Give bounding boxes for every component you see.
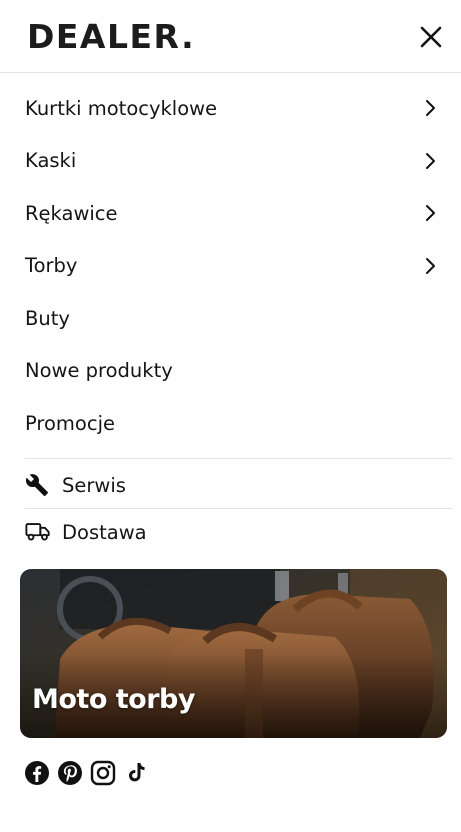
- divider: [25, 508, 452, 509]
- utility-item-label: Serwis: [62, 473, 126, 497]
- menu-item-kaski[interactable]: Kaski: [0, 135, 461, 188]
- menu-item-kurtki[interactable]: Kurtki motocyklowe: [0, 82, 461, 135]
- main-menu: Kurtki motocyklowe Kaski Rękawice Torby …: [0, 82, 461, 450]
- divider: [25, 458, 452, 459]
- instagram-icon[interactable]: [90, 760, 116, 786]
- utility-item-dostawa[interactable]: Dostawa: [25, 517, 147, 547]
- social-links: [24, 760, 156, 786]
- close-button[interactable]: [416, 22, 446, 52]
- pinterest-icon[interactable]: [57, 760, 83, 786]
- menu-item-label: Kurtki motocyklowe: [25, 96, 218, 120]
- chevron-right-icon: [426, 205, 435, 222]
- menu-item-label: Torby: [25, 254, 78, 278]
- menu-item-torby[interactable]: Torby: [0, 240, 461, 293]
- utility-item-serwis[interactable]: Serwis: [25, 470, 126, 500]
- facebook-icon[interactable]: [24, 760, 50, 786]
- menu-item-nowe-produkty[interactable]: Nowe produkty: [0, 345, 461, 398]
- logo[interactable]: DEALER.: [27, 18, 195, 56]
- header: DEALER.: [0, 0, 461, 73]
- menu-item-promocje[interactable]: Promocje: [0, 397, 461, 450]
- truck-icon: [25, 523, 50, 541]
- promo-banner[interactable]: Moto torby: [20, 569, 447, 738]
- chevron-right-icon: [426, 152, 435, 169]
- menu-item-label: Kaski: [25, 149, 77, 173]
- banner-title: Moto torby: [32, 684, 195, 715]
- tiktok-icon[interactable]: [123, 760, 149, 786]
- menu-item-label: Nowe produkty: [25, 359, 173, 383]
- chevron-right-icon: [426, 100, 435, 117]
- menu-item-rekawice[interactable]: Rękawice: [0, 187, 461, 240]
- menu-item-label: Promocje: [25, 411, 115, 435]
- menu-item-buty[interactable]: Buty: [0, 292, 461, 345]
- menu-item-label: Buty: [25, 306, 70, 330]
- menu-item-label: Rękawice: [25, 201, 118, 225]
- close-icon: [420, 26, 442, 48]
- utility-item-label: Dostawa: [62, 520, 147, 544]
- wrench-icon: [25, 474, 48, 496]
- chevron-right-icon: [426, 257, 435, 274]
